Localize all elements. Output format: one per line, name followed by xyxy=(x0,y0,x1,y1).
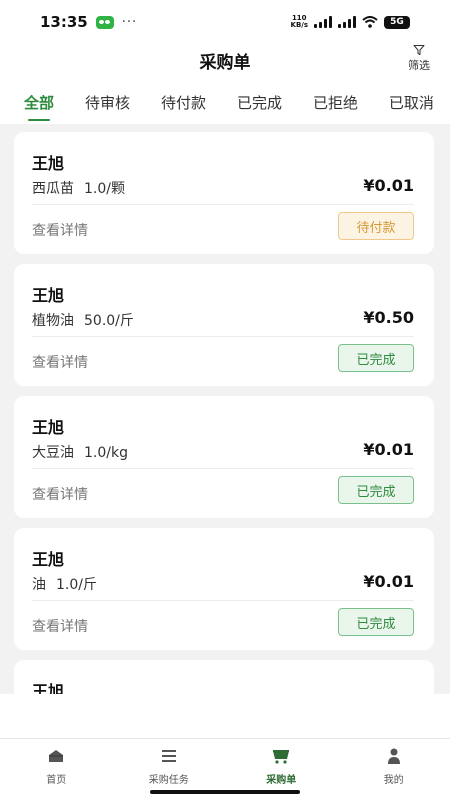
nav-label: 首页 xyxy=(46,775,67,786)
buyer-name: 王旭 xyxy=(32,154,65,173)
view-details-link[interactable]: 查看详情 xyxy=(32,484,88,504)
product-quantity: 1.0/斤 xyxy=(56,577,97,593)
order-list: 王旭 西瓜苗 1.0/颗 ¥0.01 查看详情 待付款 王旭 植物油 50.0/斤 … xyxy=(14,132,434,694)
buyer-name: 王旭 xyxy=(32,286,65,305)
order-price: ¥0.01 xyxy=(363,176,414,195)
buyer-name: 王旭 xyxy=(32,418,65,437)
buyer-name: 王旭 xyxy=(32,682,65,694)
filter-icon xyxy=(413,45,425,55)
status-bar: 13:35 ··· 110 KB/s 5G xyxy=(0,0,450,44)
nav-item-home[interactable]: 首页 xyxy=(0,739,113,800)
tab-pending-payment[interactable]: 待付款 xyxy=(161,92,206,113)
product-name: 西瓜苗 xyxy=(32,181,74,197)
signal-icon-secondary xyxy=(338,16,356,28)
filter-label: 筛选 xyxy=(408,59,430,72)
order-card[interactable]: 王旭 xyxy=(14,660,434,694)
view-details-link[interactable]: 查看详情 xyxy=(32,220,88,240)
product-name: 植物油 xyxy=(32,313,74,329)
nav-label: 我的 xyxy=(383,775,404,786)
product-info: 大豆油 1.0/kg xyxy=(32,442,128,462)
product-quantity: 1.0/kg xyxy=(84,445,128,461)
user-icon xyxy=(387,748,400,764)
nav-label: 采购单 xyxy=(266,775,297,786)
status-badge: 待付款 xyxy=(338,212,414,240)
list-icon xyxy=(161,750,176,762)
view-details-link[interactable]: 查看详情 xyxy=(32,352,88,372)
tab-pending-review[interactable]: 待审核 xyxy=(85,92,130,113)
status-right: 110 KB/s 5G xyxy=(291,15,410,29)
product-info: 植物油 50.0/斤 xyxy=(32,310,134,330)
home-indicator xyxy=(150,790,300,794)
tab-completed[interactable]: 已完成 xyxy=(237,92,282,113)
status-badge: 已完成 xyxy=(338,344,414,372)
network-speed-unit: KB/s xyxy=(290,21,308,29)
wifi-icon xyxy=(362,16,378,28)
status-left: 13:35 ··· xyxy=(40,13,137,31)
view-details-link[interactable]: 查看详情 xyxy=(32,616,88,636)
product-quantity: 1.0/颗 xyxy=(84,181,125,197)
status-badge: 已完成 xyxy=(338,608,414,636)
home-icon xyxy=(49,750,64,762)
signal-icon xyxy=(314,16,332,28)
product-name: 油 xyxy=(32,577,46,593)
battery-icon: 5G xyxy=(384,15,410,29)
product-name: 大豆油 xyxy=(32,445,74,461)
network-speed: 110 KB/s xyxy=(291,15,308,29)
status-time: 13:35 xyxy=(40,13,88,31)
divider xyxy=(32,468,414,469)
divider xyxy=(32,204,414,205)
product-info: 西瓜苗 1.0/颗 xyxy=(32,178,125,198)
wechat-icon xyxy=(95,15,114,29)
divider xyxy=(32,336,414,337)
order-card[interactable]: 王旭 西瓜苗 1.0/颗 ¥0.01 查看详情 待付款 xyxy=(14,132,434,254)
tab-cancelled[interactable]: 已取消 xyxy=(389,92,434,113)
order-price: ¥0.01 xyxy=(363,440,414,459)
cart-icon xyxy=(273,750,290,764)
bottom-spacer xyxy=(0,694,450,738)
more-notifications-icon: ··· xyxy=(121,14,138,30)
order-price: ¥0.50 xyxy=(363,308,414,327)
nav-item-profile[interactable]: 我的 xyxy=(338,739,450,800)
order-price: ¥0.01 xyxy=(363,572,414,591)
filter-button[interactable]: 筛选 xyxy=(408,44,430,73)
tab-all[interactable]: 全部 xyxy=(24,92,54,121)
status-badge: 已完成 xyxy=(338,476,414,504)
tab-rejected[interactable]: 已拒绝 xyxy=(313,92,358,113)
divider xyxy=(32,600,414,601)
order-card[interactable]: 王旭 植物油 50.0/斤 ¥0.50 查看详情 已完成 xyxy=(14,264,434,386)
order-card[interactable]: 王旭 油 1.0/斤 ¥0.01 查看详情 已完成 xyxy=(14,528,434,650)
nav-label: 采购任务 xyxy=(148,775,189,786)
status-tabs: 全部 待审核 待付款 已完成 已拒绝 已取消 xyxy=(0,80,450,124)
page-title: 采购单 xyxy=(199,53,251,73)
header: 采购单 筛选 xyxy=(0,44,450,80)
product-quantity: 50.0/斤 xyxy=(84,313,134,329)
product-info: 油 1.0/斤 xyxy=(32,574,97,594)
order-card[interactable]: 王旭 大豆油 1.0/kg ¥0.01 查看详情 已完成 xyxy=(14,396,434,518)
buyer-name: 王旭 xyxy=(32,550,65,569)
